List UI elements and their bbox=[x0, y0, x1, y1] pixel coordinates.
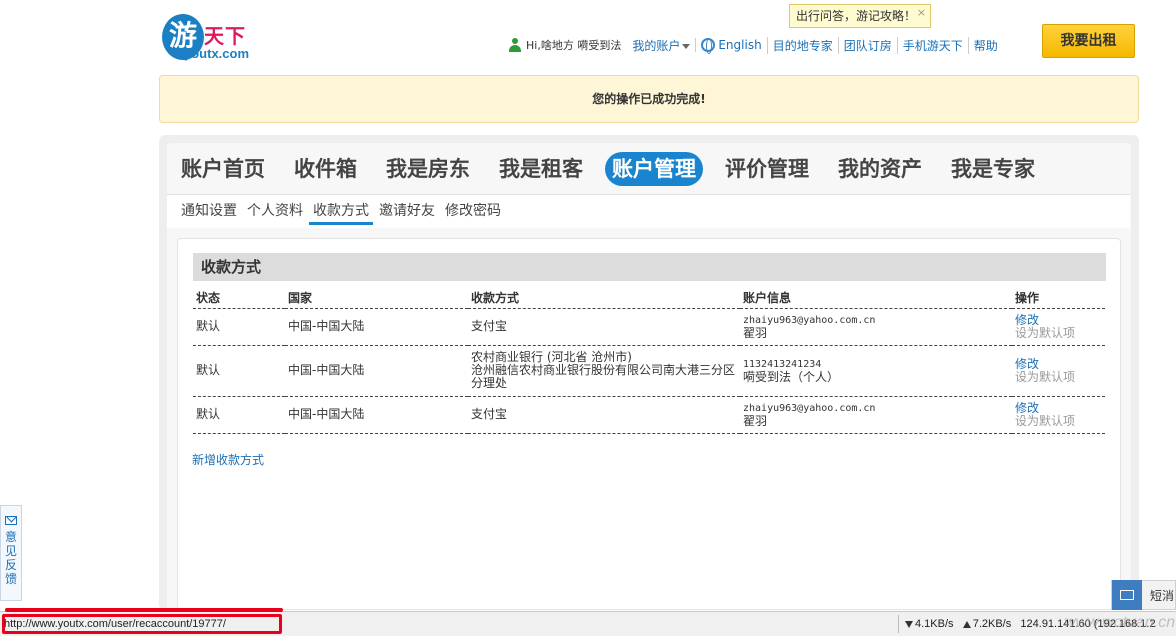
user-icon bbox=[508, 38, 522, 52]
chevron-down-icon bbox=[682, 43, 691, 49]
success-notice: 您的操作已成功完成! bbox=[159, 75, 1139, 123]
feedback-tab[interactable]: 意见反馈 bbox=[0, 505, 22, 601]
table-header-row: 状态 国家 收款方式 账户信息 操作 bbox=[193, 288, 1105, 309]
row-account: 1132413241234 嗬受到法（个人） bbox=[740, 345, 1012, 397]
mail-icon bbox=[5, 516, 17, 525]
english-label: English bbox=[718, 37, 762, 52]
subtab-notifications[interactable]: 通知设置 bbox=[177, 200, 241, 225]
download-arrow-icon bbox=[905, 620, 913, 628]
envelope-icon bbox=[1112, 580, 1142, 610]
add-payment-method-link[interactable]: 新增收款方式 bbox=[192, 451, 264, 468]
tab-landlord[interactable]: 我是房东 bbox=[379, 152, 477, 186]
upload-speed: 7.2KB/s bbox=[972, 618, 1012, 630]
section-title: 收款方式 bbox=[193, 253, 1106, 281]
english-link[interactable]: English bbox=[695, 37, 766, 55]
edit-link[interactable]: 修改 bbox=[1015, 313, 1102, 327]
method-branch: 沧州融信农村商业银行股份有限公司南大港三分区分理处 bbox=[471, 363, 736, 390]
header-status: 状态 bbox=[193, 288, 285, 309]
globe-icon bbox=[701, 38, 716, 55]
row-actions: 修改 设为默认项 bbox=[1012, 345, 1105, 397]
row-actions: 修改 设为默认项 bbox=[1012, 308, 1105, 346]
row-country: 中国-中国大陆 bbox=[285, 308, 468, 346]
user-greeting: Hi,啥地方 嗬受到法 bbox=[526, 39, 622, 52]
row-account: zhaiyu963@yahoo.com.cn 翟羽 bbox=[740, 396, 1012, 434]
table-row: 默认 中国-中国大陆 农村商业银行 (河北省 沧州市) 沧州融信农村商业银行股份… bbox=[193, 345, 1105, 397]
row-status: 默认 bbox=[193, 396, 285, 434]
tab-reviews[interactable]: 评价管理 bbox=[718, 152, 816, 186]
tab-expert[interactable]: 我是专家 bbox=[944, 152, 1042, 186]
account-number: zhaiyu963@yahoo.com.cn bbox=[743, 403, 876, 414]
account-holder: 翟羽 bbox=[743, 414, 768, 428]
logo-domain: youtx.com bbox=[184, 46, 250, 61]
destination-expert-link[interactable]: 目的地专家 bbox=[766, 36, 838, 54]
row-method: 支付宝 bbox=[468, 308, 740, 346]
set-default-link[interactable]: 设为默认项 bbox=[1015, 370, 1102, 384]
status-separator bbox=[898, 615, 899, 633]
subtab-change-password[interactable]: 修改密码 bbox=[441, 200, 505, 225]
header-country: 国家 bbox=[285, 288, 468, 309]
header-actions: 操作 bbox=[1012, 288, 1105, 309]
tab-inbox[interactable]: 收件箱 bbox=[287, 152, 364, 186]
youtx-logo[interactable]: 游 天下 youtx.com bbox=[162, 14, 272, 66]
sms-widget[interactable]: 短消 bbox=[1111, 580, 1176, 610]
subtab-invite-friends[interactable]: 邀请好友 bbox=[375, 200, 439, 225]
account-number: 1132413241234 bbox=[743, 359, 822, 370]
row-account: zhaiyu963@yahoo.com.cn 翟羽 bbox=[740, 308, 1012, 346]
row-method: 农村商业银行 (河北省 沧州市) 沧州融信农村商业银行股份有限公司南大港三分区分… bbox=[468, 345, 740, 397]
status-url: http://www.youtx.com/user/recaccount/197… bbox=[4, 618, 226, 630]
feedback-label: 意见反馈 bbox=[5, 530, 18, 586]
subtab-profile[interactable]: 个人资料 bbox=[243, 200, 307, 225]
logo-name: 天下 bbox=[204, 24, 246, 48]
table-row: 默认 中国-中国大陆 支付宝 zhaiyu963@yahoo.com.cn 翟羽… bbox=[193, 308, 1105, 346]
method-name: 农村商业银行 (河北省 沧州市) bbox=[471, 350, 632, 364]
rent-out-button[interactable]: 我要出租 bbox=[1042, 24, 1135, 58]
subtab-payment-methods[interactable]: 收款方式 bbox=[309, 200, 373, 225]
my-account-label: 我的账户 bbox=[632, 38, 681, 53]
browser-status-bar: http://www.youtx.com/user/recaccount/197… bbox=[0, 608, 1176, 636]
header-account: 账户信息 bbox=[740, 288, 1012, 309]
top-nav: Hi,啥地方 嗬受到法 我的账户 English 目的地专家 团队订房 手机游天… bbox=[508, 36, 1003, 55]
tab-assets[interactable]: 我的资产 bbox=[831, 152, 929, 186]
row-actions: 修改 设为默认项 bbox=[1012, 396, 1105, 434]
row-method: 支付宝 bbox=[468, 396, 740, 434]
set-default-link[interactable]: 设为默认项 bbox=[1015, 414, 1102, 428]
row-country: 中国-中国大陆 bbox=[285, 396, 468, 434]
account-holder: 嗬受到法（个人） bbox=[743, 370, 840, 384]
method-name: 支付宝 bbox=[471, 319, 508, 333]
group-booking-link[interactable]: 团队订房 bbox=[837, 36, 897, 54]
main-tabs: 账户首页 收件箱 我是房东 我是租客 账户管理 评价管理 我的资产 我是专家 bbox=[174, 150, 1057, 188]
my-account-link[interactable]: 我的账户 bbox=[627, 37, 695, 54]
method-name: 支付宝 bbox=[471, 407, 508, 421]
account-holder: 翟羽 bbox=[743, 326, 768, 340]
account-number: zhaiyu963@yahoo.com.cn bbox=[743, 315, 876, 326]
download-speed: 4.1KB/s bbox=[915, 618, 954, 630]
row-country: 中国-中国大陆 bbox=[285, 345, 468, 397]
tab-tenant[interactable]: 我是租客 bbox=[492, 152, 590, 186]
highlight-mark bbox=[5, 608, 283, 612]
watermark: www.wotuan.cn bbox=[1064, 614, 1176, 631]
edit-link[interactable]: 修改 bbox=[1015, 357, 1102, 371]
sms-label: 短消 bbox=[1150, 588, 1175, 603]
tab-account-home[interactable]: 账户首页 bbox=[174, 152, 272, 186]
mobile-link[interactable]: 手机游天下 bbox=[896, 36, 968, 54]
row-status: 默认 bbox=[193, 308, 285, 346]
help-link[interactable]: 帮助 bbox=[967, 36, 1003, 54]
table-row: 默认 中国-中国大陆 支付宝 zhaiyu963@yahoo.com.cn 翟羽… bbox=[193, 396, 1105, 434]
row-status: 默认 bbox=[193, 345, 285, 397]
upload-arrow-icon bbox=[962, 620, 971, 628]
promo-tooltip: 出行问答，游记攻略！ × bbox=[789, 4, 931, 28]
sub-tabs: 通知设置 个人资料 收款方式 邀请好友 修改密码 bbox=[177, 200, 507, 226]
close-icon[interactable]: × bbox=[917, 2, 926, 24]
payment-methods-table: 状态 国家 收款方式 账户信息 操作 默认 中国-中国大陆 支付宝 zhaiyu… bbox=[193, 288, 1105, 434]
edit-link[interactable]: 修改 bbox=[1015, 401, 1102, 415]
set-default-link[interactable]: 设为默认项 bbox=[1015, 326, 1102, 340]
tooltip-text: 出行问答，游记攻略！ bbox=[796, 9, 917, 23]
header-method: 收款方式 bbox=[468, 288, 740, 309]
tab-account-management[interactable]: 账户管理 bbox=[605, 152, 703, 186]
